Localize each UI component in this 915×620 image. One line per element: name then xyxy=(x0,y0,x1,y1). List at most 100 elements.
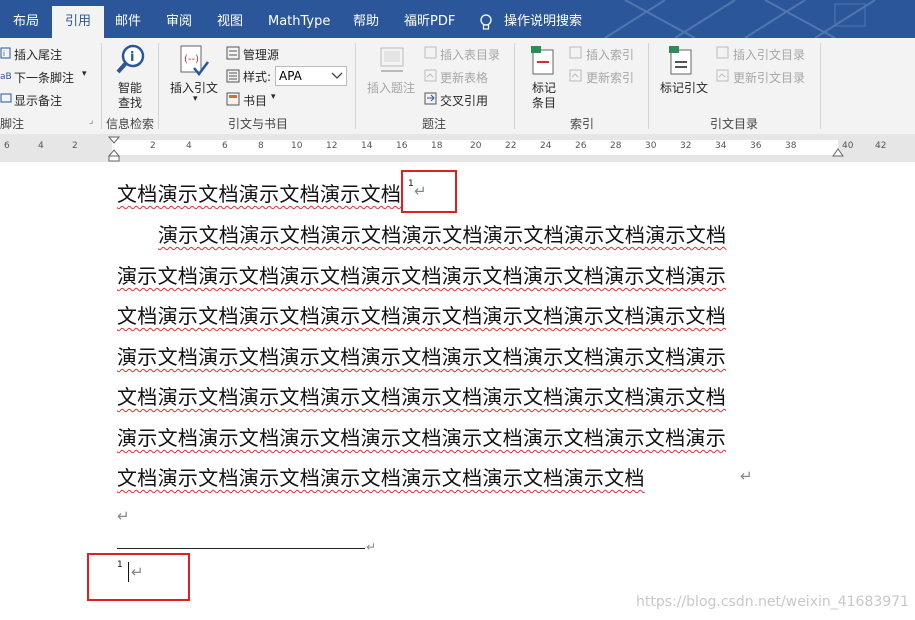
chevron-down-icon[interactable]: ▾ xyxy=(82,69,87,79)
ruler-number: 32 xyxy=(680,141,692,151)
update-table-of-authorities-button[interactable]: 更新引文目录 xyxy=(733,69,805,86)
insert-endnote-button[interactable]: 插入尾注 xyxy=(14,46,62,63)
next-footnote-button[interactable]: 下一条脚注 xyxy=(14,69,74,86)
dialog-launcher-icon[interactable]: ⌟ xyxy=(89,116,93,126)
update-table-button[interactable]: 更新表格 xyxy=(440,69,488,86)
group-separator xyxy=(101,43,102,129)
ruler-number: 8 xyxy=(258,141,264,151)
manage-sources-button[interactable]: 管理源 xyxy=(243,46,279,63)
citation-style-select[interactable]: APA xyxy=(275,66,347,86)
style-icon xyxy=(226,69,240,83)
tab-mathtype[interactable]: MathType xyxy=(268,0,330,38)
insert-index-icon xyxy=(569,46,582,59)
group-label-captions: 题注 xyxy=(422,117,447,131)
show-notes-button[interactable]: 显示备注 xyxy=(14,92,62,109)
ruler-number: 12 xyxy=(326,141,338,151)
body-line[interactable]: 演示文档演示文档演示文档演示文档演示文档演示文档演示文档 xyxy=(158,219,726,248)
indent-marker-icon[interactable] xyxy=(108,136,120,162)
tab-help[interactable]: 帮助 xyxy=(353,0,379,38)
mark-entry-label-line2[interactable]: 条目 xyxy=(532,94,556,111)
mark-citation-icon[interactable] xyxy=(667,44,695,78)
ruler-number: 22 xyxy=(505,141,517,151)
tab-foxit-pdf[interactable]: 福昕PDF xyxy=(404,0,455,38)
tab-mailings[interactable]: 邮件 xyxy=(115,0,141,38)
body-line[interactable]: 文档演示文档演示文档演示文档演示文档演示文档演示文档 xyxy=(117,462,645,491)
body-line[interactable]: 文档演示文档演示文档演示文档演示文档演示文档演示文档演示文档 xyxy=(117,300,726,329)
body-line[interactable]: 演示文档演示文档演示文档演示文档演示文档演示文档演示文档演示 xyxy=(117,260,726,289)
mark-citation-button[interactable]: 标记引文 xyxy=(660,79,708,96)
smart-lookup-icon[interactable]: i xyxy=(115,44,147,76)
update-toa-icon xyxy=(716,69,729,82)
ruler-number: 2 xyxy=(150,141,156,151)
manage-sources-icon xyxy=(226,46,240,60)
group-label-research: 信息检索 xyxy=(106,117,155,131)
ruler-number: 20 xyxy=(470,141,482,151)
ruler-number: 18 xyxy=(431,141,443,151)
svg-text:i: i xyxy=(3,50,5,58)
ruler-number: 6 xyxy=(222,141,228,151)
group-label-index: 索引 xyxy=(570,117,595,131)
tab-references[interactable]: 引用 xyxy=(52,6,105,38)
svg-text:aB: aB xyxy=(0,72,12,81)
ruler-number: 2 xyxy=(72,141,78,151)
insert-table-of-authorities-button[interactable]: 插入引文目录 xyxy=(733,46,805,63)
bibliography-icon xyxy=(226,92,240,106)
ruler-number: 6 xyxy=(4,141,10,151)
watermark-text: https://blog.csdn.net/weixin_41683971 xyxy=(635,594,909,610)
tab-view[interactable]: 视图 xyxy=(217,0,243,38)
ruler-number: 10 xyxy=(291,141,303,151)
chevron-down-icon[interactable]: ▾ xyxy=(193,94,198,104)
highlight-box-footnote-reference xyxy=(401,170,457,213)
citation-style-value: APA xyxy=(279,69,302,83)
update-index-icon xyxy=(569,69,582,82)
ruler-number: 26 xyxy=(575,141,587,151)
group-separator xyxy=(355,43,356,129)
document-page[interactable]: 文档演示文档演示文档演示文档 1 ↵ 演示文档演示文档演示文档演示文档演示文档演… xyxy=(0,162,915,620)
chevron-down-icon xyxy=(331,72,343,79)
paragraph-mark-icon: ↵ xyxy=(366,540,377,554)
bibliography-button[interactable]: 书目 xyxy=(243,92,267,109)
smart-lookup-label-line2[interactable]: 查找 xyxy=(118,94,142,111)
insert-toa-icon xyxy=(716,46,729,59)
svg-text:(--): (--) xyxy=(184,54,199,65)
ruler-number: 40 xyxy=(842,141,854,151)
insert-caption-button[interactable]: 插入题注 xyxy=(367,79,415,96)
ruler-number: 24 xyxy=(540,141,552,151)
document-heading[interactable]: 文档演示文档演示文档演示文档 xyxy=(117,178,401,207)
update-table-icon xyxy=(424,69,437,82)
ribbon-tab-bar: 布局 引用 邮件 审阅 视图 MathType 帮助 福昕PDF 操作说明搜索 xyxy=(0,0,915,38)
group-separator xyxy=(514,43,515,129)
insert-index-button[interactable]: 插入索引 xyxy=(586,46,634,63)
tell-me-search[interactable]: 操作说明搜索 xyxy=(504,0,582,38)
ribbon-references: i 插入尾注 aB 下一条脚注 ▾ 显示备注 脚注 ⌟ i 智能 查找 信息检索… xyxy=(0,38,915,135)
ruler-number: 28 xyxy=(610,141,622,151)
chevron-down-icon[interactable]: ▾ xyxy=(271,92,276,102)
banner-decoration xyxy=(604,0,876,38)
body-line[interactable]: 演示文档演示文档演示文档演示文档演示文档演示文档演示文档演示 xyxy=(117,422,726,451)
body-line[interactable]: 演示文档演示文档演示文档演示文档演示文档演示文档演示文档演示 xyxy=(117,341,726,370)
ruler-number: 4 xyxy=(186,141,192,151)
group-separator xyxy=(820,43,821,129)
mark-entry-icon[interactable] xyxy=(529,44,557,78)
highlight-box-footnote-text xyxy=(87,553,190,601)
tab-layout[interactable]: 布局 xyxy=(13,0,39,38)
group-label-footnotes: 脚注 xyxy=(0,117,25,131)
next-footnote-icon: aB xyxy=(0,72,12,81)
svg-text:i: i xyxy=(130,50,134,65)
ruler-number: 4 xyxy=(38,141,44,151)
tab-review[interactable]: 审阅 xyxy=(166,0,192,38)
horizontal-ruler[interactable]: 6 4 2 2 4 6 8 10 12 14 16 18 20 22 24 26… xyxy=(0,134,915,162)
ruler-number: 16 xyxy=(396,141,408,151)
cross-reference-icon xyxy=(424,92,437,105)
ruler-number: 14 xyxy=(361,141,373,151)
ruler-number: 30 xyxy=(645,141,657,151)
insert-caption-icon[interactable] xyxy=(378,46,406,76)
body-line[interactable]: 文档演示文档演示文档演示文档演示文档演示文档演示文档演示文档 xyxy=(117,381,726,410)
insert-citation-icon[interactable]: (--) xyxy=(178,44,210,78)
insert-endnote-icon: i xyxy=(0,47,11,59)
paragraph-mark-icon: ↵ xyxy=(117,507,130,525)
cross-reference-button[interactable]: 交叉引用 xyxy=(440,92,488,109)
ruler-number: 38 xyxy=(785,141,797,151)
update-index-button[interactable]: 更新索引 xyxy=(586,69,634,86)
insert-table-of-figures-button[interactable]: 插入表目录 xyxy=(440,46,500,63)
